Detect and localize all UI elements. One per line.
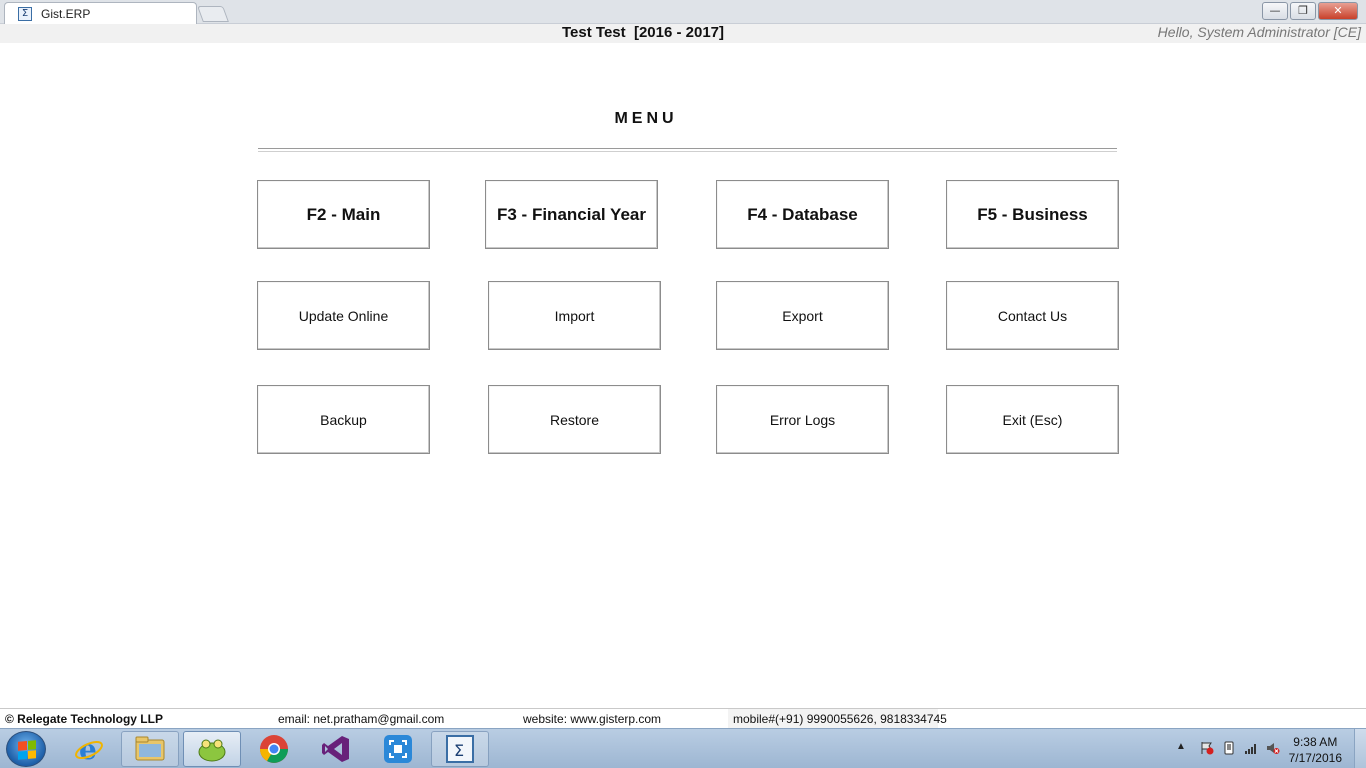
database-button[interactable]: F4 - Database: [716, 180, 889, 249]
business-button[interactable]: F5 - Business: [946, 180, 1119, 249]
action-center-flag-icon[interactable]: [1200, 741, 1214, 755]
footer-website: website: www.gisterp.com: [523, 712, 662, 726]
sigma-icon: Σ: [18, 7, 32, 21]
tab-title: Gist.ERP: [41, 7, 91, 21]
clock[interactable]: 9:38 AM 7/17/2016: [1289, 734, 1342, 766]
main-button[interactable]: F2 - Main: [257, 180, 430, 249]
clock-date: 7/17/2016: [1288, 751, 1342, 765]
screen-capture-icon[interactable]: [369, 731, 427, 767]
footer-mobile: mobile#(+91) 9990055626, 9818334745: [733, 712, 947, 726]
restore-button[interactable]: ❐: [1290, 2, 1316, 20]
close-button[interactable]: ✕: [1318, 2, 1358, 20]
financial-year-button[interactable]: F3 - Financial Year: [485, 180, 658, 249]
tab-gist-erp[interactable]: Σ Gist.ERP: [4, 2, 197, 24]
volume-muted-icon[interactable]: [1266, 741, 1280, 755]
user-greeting: Hello, System Administrator [CE]: [1157, 24, 1361, 40]
svg-text:Σ: Σ: [454, 741, 464, 760]
exit-button[interactable]: Exit (Esc): [946, 385, 1119, 454]
copyright: © Relegate Technology LLP: [5, 712, 163, 726]
update-online-button[interactable]: Update Online: [257, 281, 430, 350]
footer-email: email: net.pratham@gmail.com: [278, 712, 445, 726]
menu-divider: [258, 148, 1117, 152]
file-explorer-icon[interactable]: [121, 731, 179, 767]
system-tray: ▲ 9:38 AM 7/17/2016: [1156, 729, 1366, 768]
backup-button[interactable]: Backup: [257, 385, 430, 454]
footer: © Relegate Technology LLP email: net.pra…: [0, 708, 1366, 728]
device-icon[interactable]: [1222, 741, 1236, 755]
show-hidden-icons-icon[interactable]: ▲: [1176, 741, 1186, 752]
title-bar: Test Test [2016 - 2017] Hello, System Ad…: [0, 24, 1366, 43]
chrome-icon[interactable]: [245, 731, 303, 767]
toad-icon[interactable]: [183, 731, 241, 767]
start-button[interactable]: [6, 731, 46, 767]
restore-button-menu[interactable]: Restore: [488, 385, 661, 454]
tab-strip: Σ Gist.ERP — ❐ ✕: [0, 0, 1366, 24]
import-button[interactable]: Import: [488, 281, 661, 350]
window-controls: — ❐ ✕: [1262, 2, 1358, 20]
contact-us-button[interactable]: Contact Us: [946, 281, 1119, 350]
svg-text:e: e: [79, 733, 97, 765]
error-logs-button[interactable]: Error Logs: [716, 385, 889, 454]
show-desktop-button[interactable]: [1354, 729, 1366, 768]
new-tab-button[interactable]: [197, 6, 229, 22]
visual-studio-icon[interactable]: [307, 731, 365, 767]
minimize-button[interactable]: —: [1262, 2, 1288, 20]
internet-explorer-icon[interactable]: e: [60, 731, 118, 767]
clock-time: 9:38 AM: [1293, 735, 1338, 749]
network-signal-icon[interactable]: [1244, 741, 1258, 755]
company-financial-year: Test Test [2016 - 2017]: [562, 24, 725, 41]
taskbar: e Σ ▲ 9:38 AM 7/17/2016: [0, 728, 1366, 768]
export-button[interactable]: Export: [716, 281, 889, 350]
windows-logo-icon: [18, 740, 36, 760]
menu-title: MENU: [614, 110, 678, 127]
gist-erp-icon[interactable]: Σ: [431, 731, 489, 767]
